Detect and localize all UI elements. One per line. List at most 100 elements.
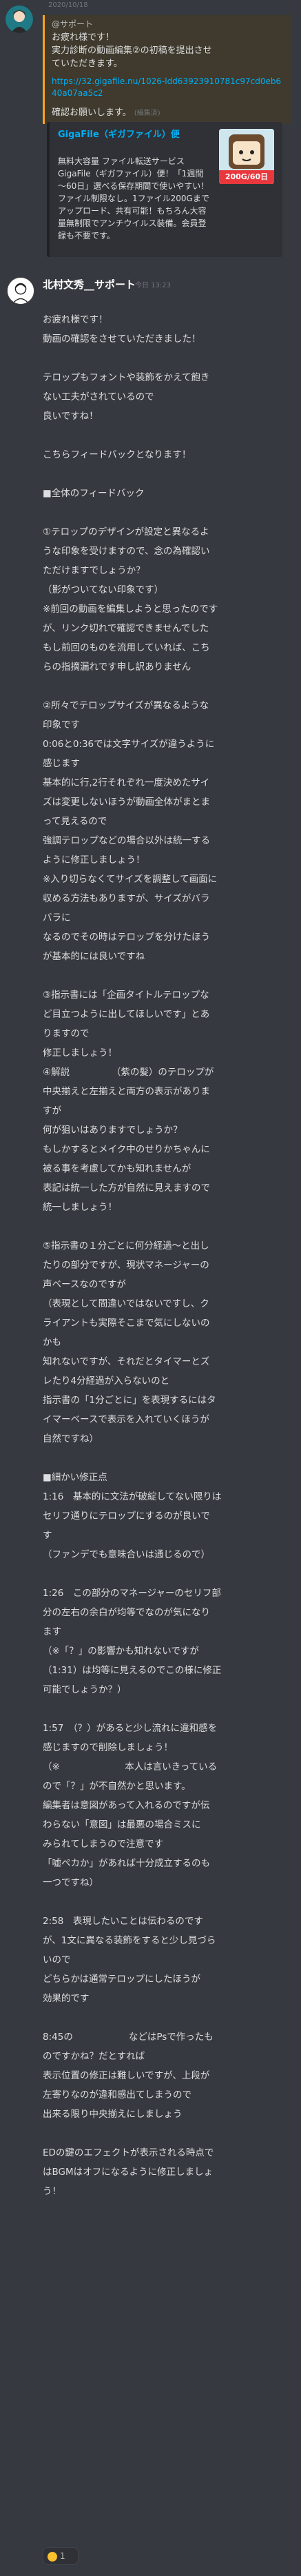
message-line: 感じます <box>43 758 80 769</box>
message-line: お疲れ様です！ <box>43 314 108 325</box>
message-line: セリフ通りにテロップにするのが良いで <box>43 1511 210 1522</box>
message-line: が基本的には良いですね <box>43 951 145 962</box>
message-line: 可能でしょうか？） <box>43 1684 127 1695</box>
message-line: ただけますでしょうか？ <box>43 565 145 576</box>
message-line: レたり4分経過が入らないのと <box>43 1376 170 1387</box>
message-line <box>43 349 291 368</box>
embed-description: 無料大容量 ファイル転送サービス GigaFile（ギガファイル）便！「1週間～… <box>58 156 209 241</box>
thumbs-up-icon <box>48 2551 57 2562</box>
message-line: どちらかは通常テロップにしたほうが <box>43 1974 200 1985</box>
message-line: お疲れ様です！ <box>52 32 115 43</box>
message-line <box>43 503 291 522</box>
avatar[interactable] <box>6 6 33 33</box>
edited-label: (編集済) <box>134 110 160 117</box>
message-line: 何が狙いはありますでしょうか？ <box>43 1125 183 1136</box>
message-line <box>43 966 291 985</box>
message-line: りますので <box>43 1028 90 1039</box>
message-line: （影がついてない印象です） <box>43 584 164 595</box>
message-line: こちらフィードバックとなります！ <box>43 449 191 460</box>
message-line: ③指示書には「企画タイトルテロップな <box>43 990 209 1001</box>
message-line: って見えるので <box>43 816 107 827</box>
message-line: ※前回の動画を編集しようと思ったのです <box>43 604 218 615</box>
reaction-count: 1 <box>60 2551 65 2561</box>
message-line: 基本的に行,2行それぞれ一度決めたサイ <box>43 777 210 788</box>
message-line: 1:57 （？）があると少し流れに違和感を <box>43 1723 218 1734</box>
message-line: ④解説 （紫の髪）のテロップが <box>43 1067 214 1078</box>
message-line: ⑤指示書の１分ごとに何分経過～と出し <box>43 1240 209 1251</box>
message-line: が、1文に異なる装飾をすると少し見づら <box>43 1935 216 1946</box>
message-line: 声ベースなのですが <box>43 1279 126 1290</box>
link-embed: GigaFile（ギガファイル）便 無料大容量 ファイル転送サービス GigaF… <box>47 122 282 257</box>
message-line: 動画の確認をさせていただきました！ <box>43 334 201 345</box>
message-line: 出来る限り中央揃えにしましょう <box>43 2109 183 2120</box>
message-line: 良いですね！ <box>43 411 98 422</box>
message-line: 収める方法もありますが、サイズがバラ <box>43 893 210 904</box>
message-line: 実力診断の動画編集②の初稿を提出させ <box>52 45 212 56</box>
message-line: 2:58 表現したいことは伝わるのです <box>43 1916 203 1927</box>
message-line: ない工夫がされているので <box>43 391 154 402</box>
author-name[interactable]: 北村文秀__サポート <box>43 277 136 292</box>
message-line: 感じますので削除しましょう！ <box>43 1742 173 1753</box>
message-line: のですかね？だとすれば <box>43 2051 145 2062</box>
message-line <box>43 464 291 484</box>
message-content: @サポート お疲れ様です！ 実力診断の動画編集②の初稿を提出させ ていただきます… <box>43 15 291 124</box>
message-line: 印象です <box>43 719 80 730</box>
message-line: 自然ですね） <box>43 1433 98 1444</box>
message-line: EDの鍵のエフェクトが表示される時点で <box>43 2147 214 2158</box>
message-line: 効果的です <box>43 1993 90 2004</box>
avatar-image <box>8 278 34 304</box>
message-line <box>43 2008 291 2027</box>
message-line: 編集者は意図があって入れるのですが伝 <box>43 1800 210 1811</box>
avatar-image <box>6 6 33 33</box>
message-line: ズは変更しないほうが動画全体がまとま <box>43 797 210 808</box>
message-line: ていただきます。 <box>52 59 123 69</box>
message-line: いので <box>43 1954 71 1965</box>
message-line <box>43 677 291 696</box>
message-line: なるのでその時はテロップを分けたほう <box>43 932 210 943</box>
message-line: ②所々でテロップサイズが異なるような <box>43 700 209 711</box>
message-line: らの指摘漏れです申し訳ありません <box>43 662 191 673</box>
message-line: うな印象を受けますので、念の為確認い <box>43 546 210 557</box>
message-line: 表示位置の修正は難しいですが、上段が <box>43 2070 210 2081</box>
chat-scroll-area[interactable]: 2020/10/18 @サポート お疲れ様です！ 実力診断の動画編集②の初稿を提… <box>0 0 301 2576</box>
message-line: 指示書の「1分ごとに」を表現するにはタ <box>43 1395 216 1406</box>
message-line: ます <box>43 1626 61 1637</box>
message-timestamp: 今日 13:23 <box>135 282 171 289</box>
message-line: わらない「意図」は最悪の場合ミスに <box>43 1819 201 1830</box>
message-line: （※「？」の影響かも知れないですが <box>43 1646 199 1657</box>
message-line: もし前回のものを流用していれば、こち <box>43 642 210 653</box>
message-line: 「嘘ペカか」があれば十分成立するのも <box>43 1858 210 1869</box>
message-line: 8:45の などはPsで作ったも <box>43 2032 214 2043</box>
message-line <box>43 1564 291 1584</box>
message-line <box>43 1449 291 1468</box>
message-line: 確認お願いします。 <box>52 108 132 118</box>
message-line: 1:26 この部分のマネージャーのセリフ部 <box>43 1588 221 1599</box>
message-line: 1:16 基本的に文法が破綻してない限りは <box>43 1491 222 1502</box>
message-line: みられてしまうので注意です <box>43 1839 164 1850</box>
message-line: もしかするとメイク中のせりかちゃんに <box>43 1144 210 1155</box>
message-line: イマーベースで表示を入れていくほうが <box>43 1414 209 1425</box>
message-line: 0:06と0:36では文字サイズが違うように <box>43 739 215 750</box>
message-line: バラに <box>43 912 71 923</box>
message-line: 一つですね） <box>43 1877 98 1888</box>
message-line: ①テロップのデザインが設定と異なるよ <box>43 527 209 538</box>
message-line: はBGMはオフになるように修正しましょ <box>43 2167 214 2178</box>
reaction-button[interactable]: 1 <box>43 2547 79 2565</box>
message-line <box>43 426 291 445</box>
embed-thumbnail[interactable]: 200G/60日 <box>219 129 274 184</box>
message-line: 分の左右の余白が均等でなのが気になり <box>43 1607 210 1618</box>
file-link[interactable]: https://32.gigafile.nu/1026-ldd639239107… <box>52 76 285 99</box>
message-line: す <box>43 1530 52 1541</box>
message-line: ■細かい修正点 <box>43 1472 107 1483</box>
message-line: ど目立つように出してほしいです」とあ <box>43 1009 210 1020</box>
message-line: かも <box>43 1337 61 1348</box>
date-divider: 2020/10/18 <box>48 1 88 9</box>
avatar[interactable] <box>7 277 34 305</box>
embed-title[interactable]: GigaFile（ギガファイル）便 <box>58 129 196 141</box>
message-line: ライアントも実際そこまで気にしないの <box>43 1318 210 1329</box>
message-line: ※入り切らなくてサイズを調整して画面に <box>43 874 218 885</box>
mention[interactable]: @サポート <box>52 18 285 31</box>
message-line <box>43 2124 291 2143</box>
message-line: テロップもフォントや装飾をかえて飽き <box>43 372 210 383</box>
message-line: ので「？」が不自然かと思います。 <box>43 1781 191 1792</box>
